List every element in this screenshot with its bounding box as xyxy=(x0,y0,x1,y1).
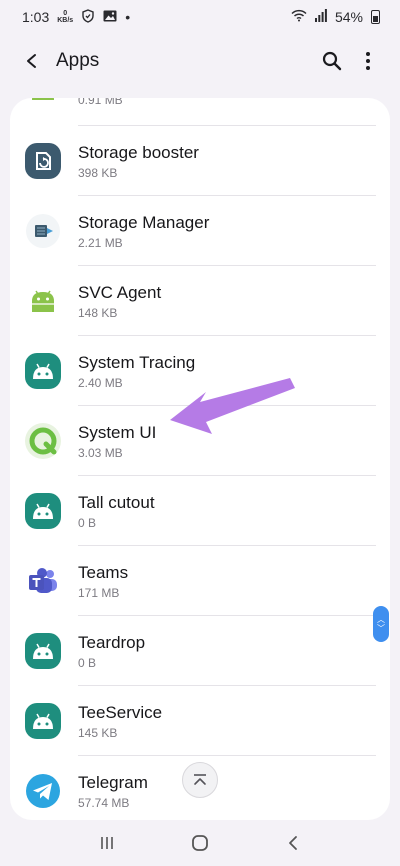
app-size: 57.74 MB xyxy=(78,796,130,810)
app-text: Tall cutout 0 B xyxy=(78,493,155,531)
search-icon xyxy=(322,51,342,71)
list-item[interactable]: SVC Agent 148 KB xyxy=(10,266,390,336)
chevron-up-icon: ︿ xyxy=(377,615,385,624)
app-bar: Apps xyxy=(0,34,400,88)
list-item[interactable]: Storage booster 398 KB xyxy=(10,126,390,196)
app-size: 145 KB xyxy=(78,726,118,740)
recents-button[interactable] xyxy=(87,823,127,863)
teams-icon xyxy=(24,562,62,600)
more-vert-icon xyxy=(366,52,370,70)
scroll-to-top-button[interactable] xyxy=(182,762,218,798)
back-nav-icon xyxy=(289,836,298,850)
app-name: Storage Manager xyxy=(78,213,210,232)
app-size: 0 B xyxy=(78,516,97,530)
app-text: Teams 171 MB xyxy=(78,563,128,601)
status-left: 1:03 0 KB/s • xyxy=(22,8,131,26)
status-bar: 1:03 0 KB/s • 54% xyxy=(0,0,400,34)
scroll-thumb[interactable]: ︿ ﹀ xyxy=(373,606,389,642)
app-size: 0 B xyxy=(78,656,97,670)
app-name: Teams xyxy=(78,563,129,582)
app-list[interactable]: 0.91 MB Storage booster 398 KB Storage M… xyxy=(10,98,390,820)
app-name: Telegram xyxy=(78,773,148,792)
app-list-inner: 0.91 MB Storage booster 398 KB Storage M… xyxy=(10,98,390,820)
app-name: SVC Agent xyxy=(78,283,162,302)
list-item[interactable]: Teardrop 0 B xyxy=(10,616,390,686)
list-item[interactable]: Tall cutout 0 B xyxy=(10,476,390,546)
app-text: Teardrop 0 B xyxy=(78,633,145,671)
list-item[interactable]: System UI 3.03 MB xyxy=(10,406,390,476)
page-title: Apps xyxy=(56,50,100,71)
app-text: Storage Manager 2.21 MB xyxy=(78,213,209,251)
list-item[interactable]: Teams 171 MB xyxy=(10,546,390,616)
network-speed-unit: KB/s xyxy=(57,17,74,24)
status-time: 1:03 xyxy=(22,9,50,25)
battery-percent: 54% xyxy=(334,9,363,25)
chevron-down-icon: ﹀ xyxy=(377,624,385,633)
back-button[interactable] xyxy=(18,47,46,75)
list-item[interactable]: TeeService 145 KB xyxy=(10,686,390,756)
notification-dot-icon: • xyxy=(125,9,131,25)
android-teal-icon xyxy=(24,632,62,670)
navigation-bar xyxy=(0,820,400,866)
home-icon xyxy=(192,835,208,851)
app-text: TeeService 145 KB xyxy=(78,703,162,741)
app-size: 398 KB xyxy=(78,166,118,180)
app-text: SVC Agent 148 KB xyxy=(78,283,161,321)
storage-manager-icon xyxy=(24,212,62,250)
app-text: System UI 3.03 MB xyxy=(78,423,156,461)
list-item[interactable]: Storage Manager 2.21 MB xyxy=(10,196,390,266)
app-text: System Tracing 2.40 MB xyxy=(78,353,195,391)
shield-icon xyxy=(81,8,95,26)
battery-icon xyxy=(371,10,380,24)
app-name: System Tracing xyxy=(78,353,196,372)
app-text: 0.91 MB xyxy=(78,98,123,108)
app-text: Storage booster 398 KB xyxy=(78,143,199,181)
status-right: 54% xyxy=(291,9,380,25)
list-item[interactable]: 0.91 MB xyxy=(10,98,390,126)
back-arrow-icon xyxy=(27,54,36,68)
app-size: 2.40 MB xyxy=(78,376,123,390)
app-size: 171 MB xyxy=(78,586,120,600)
storage-booster-icon xyxy=(24,142,62,180)
android-green-icon xyxy=(24,282,62,320)
app-name: TeeService xyxy=(78,703,163,722)
list-item[interactable]: System Tracing 2.40 MB xyxy=(10,336,390,406)
more-options-button[interactable] xyxy=(350,43,386,79)
app-size: 148 KB xyxy=(78,306,118,320)
scroll-top-icon xyxy=(194,774,206,785)
app-name: Teardrop xyxy=(78,633,146,652)
wifi-icon xyxy=(291,9,307,25)
app-name: Storage booster xyxy=(78,143,199,162)
android-teal-icon xyxy=(24,702,62,740)
home-button[interactable] xyxy=(180,823,220,863)
back-nav-button[interactable] xyxy=(273,823,313,863)
app-name: Tall cutout xyxy=(78,493,155,512)
app-size: 0.91 MB xyxy=(78,98,123,107)
android-q-icon xyxy=(24,422,62,460)
signal-icon xyxy=(314,9,327,25)
telegram-icon xyxy=(24,772,62,810)
gallery-icon xyxy=(103,9,117,25)
search-button[interactable] xyxy=(314,43,350,79)
android-teal-icon xyxy=(24,492,62,530)
app-text: Telegram 57.74 MB xyxy=(78,773,148,811)
app-size: 3.03 MB xyxy=(78,446,123,460)
app-size: 2.21 MB xyxy=(78,236,123,250)
android-teal-icon xyxy=(24,352,62,390)
app-name: System UI xyxy=(78,423,157,442)
network-speed-value: 0 xyxy=(63,10,68,17)
recents-icon xyxy=(100,837,113,849)
android-green-icon xyxy=(24,98,62,114)
network-speed: 0 KB/s xyxy=(57,10,73,24)
